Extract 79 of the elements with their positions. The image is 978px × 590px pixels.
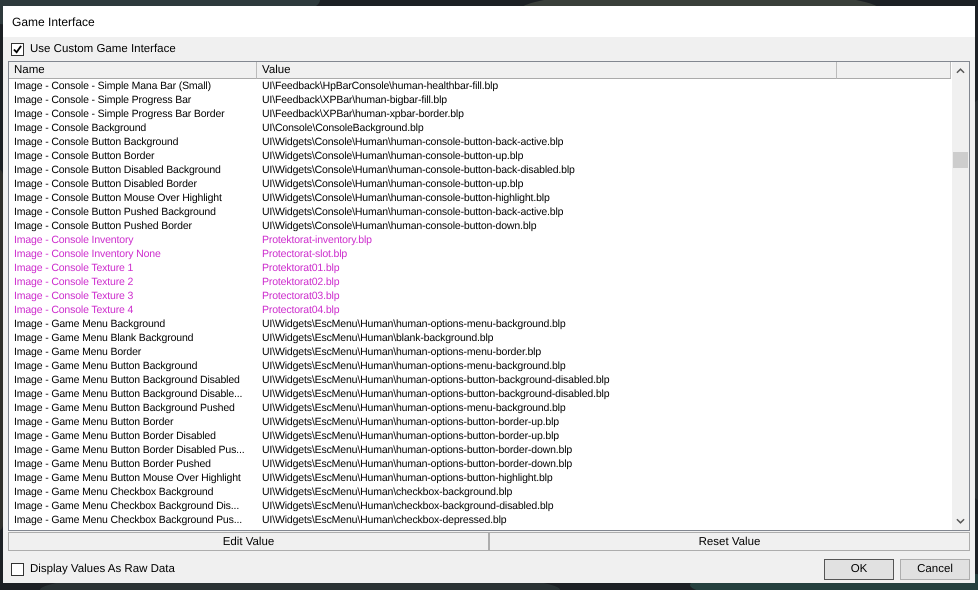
table-cell: Image - Console Background [14,122,146,134]
table-cell: UI\Widgets\EscMenu\Human\blank-background.blp [262,332,494,344]
table-cell: Image - Game Menu Button Background Disabled [14,374,240,386]
table-cell: UI\Widgets\Console\Human\human-console-button-back-active.blp [262,136,564,148]
table-cell: Protectorat03.blp [262,290,340,302]
table-cell: UI\Widgets\EscMenu\Human\human-options-button-background-disabled.blp [262,374,610,386]
checkbox[interactable] [11,42,24,56]
table-cell: Image - Game Menu Background [14,318,166,330]
table-cell: Image - Console Button Disabled Border [14,178,197,190]
table-cell: UI\Widgets\EscMenu\Human\human-options-menu-background.blp [262,402,566,414]
table-cell: Image - Console - Simple Progress Bar Border [14,108,224,120]
table-cell: Image - Console Button Pushed Background [14,206,216,218]
table-cell: Image - Game Menu Button Border [14,416,174,428]
table-cell: Image - Console Inventory [14,234,134,246]
table-cell: Protektorat02.blp [262,276,340,288]
table-cell: UI\Widgets\EscMenu\Human\human-options-button-background-disabled.blp [262,388,610,400]
scroll-up-icon[interactable] [956,68,965,74]
table-cell: Image - Game Menu Button Background Pushed [14,402,235,414]
checkbox-label: Display Values As Raw Data [30,563,175,575]
table-cell: UI\Widgets\Console\Human\human-console-button-up.blp [262,178,524,190]
table-cell: UI\Feedback\XPBar\human-bigbar-fill.blp [262,94,447,106]
table-cell: Image - Game Menu Button Mouse Over Highlight [14,472,241,484]
table-cell: Image - Game Menu Checkbox Background Pus... [14,514,242,526]
scrollbar[interactable] [952,62,969,530]
table-cell: Image - Console Button Mouse Over Highlight [14,192,222,204]
dialog-button[interactable]: OK [824,558,894,580]
table-cell: Image - Console Button Pushed Border [14,220,192,232]
table-cell: Image - Console Inventory None [14,248,161,260]
scrollbar-thumb[interactable] [953,152,968,168]
table-cell: UI\Widgets\Console\Human\human-console-button-highlight.blp [262,192,550,204]
checkbox[interactable] [11,562,24,576]
table-cell: UI\Widgets\EscMenu\Human\human-options-menu-background.blp [262,318,566,330]
table-cell: Image - Game Menu Button Border Disabled Pus... [14,444,244,456]
table-cell: UI\Widgets\EscMenu\Human\human-options-button-border-up.blp [262,416,559,428]
action-button[interactable]: Reset Value [489,532,970,551]
table-cell: Image - Console Button Disabled Background [14,164,221,176]
table-cell: Image - Console Texture 3 [14,290,134,302]
table-cell: Image - Game Menu Checkbox Background [14,486,214,498]
table-cell: Image - Game Menu Blank Background [14,332,194,344]
table-cell: UI\Widgets\Console\Human\human-console-button-up.blp [262,150,524,162]
table-cell: Image - Console Button Background [14,136,178,148]
table-cell: Image - Game Menu Button Border Pushed [14,458,211,470]
table-cell: Protectorat-slot.blp [262,248,348,260]
action-button[interactable]: Edit Value [8,532,489,551]
table-cell: Protectorat04.blp [262,304,340,316]
dialog-button[interactable]: Cancel [900,558,970,580]
table-cell: Image - Console Texture 4 [14,304,134,316]
table-cell: Protektorat01.blp [262,262,340,274]
table-cell: UI\Widgets\Console\Human\human-console-button-down.blp [262,220,536,232]
table-cell: UI\Widgets\Console\Human\human-console-button-back-active.blp [262,206,564,218]
table-cell: Image - Console Texture 1 [14,262,134,274]
column-header[interactable]: Name [9,62,257,79]
table-cell: UI\Widgets\EscMenu\Human\human-options-button-border-down.blp [262,458,572,470]
table-cell: UI\Widgets\EscMenu\Human\checkbox-depressed.blp [262,514,506,526]
table-cell: UI\Widgets\EscMenu\Human\human-options-button-highlight.blp [262,472,553,484]
table-cell: Image - Console Texture 2 [14,276,134,288]
table-cell: Image - Console - Simple Mana Bar (Small) [14,80,211,92]
table-cell: UI\Widgets\EscMenu\Human\human-options-button-border-up.blp [262,430,559,442]
table-cell: Image - Game Menu Button Background Disable... [14,388,242,400]
table-cell: Image - Game Menu Checkbox Background Dis... [14,500,240,512]
scroll-down-icon[interactable] [956,518,965,524]
window-title: Game Interface [12,14,95,28]
table-cell: UI\Widgets\EscMenu\Human\checkbox-background.blp [262,486,512,498]
table-cell: UI\Console\ConsoleBackground.blp [262,122,424,134]
table-cell: Image - Game Menu Button Background [14,360,198,372]
table-cell: UI\Feedback\XPBar\human-xpbar-border.blp [262,108,464,120]
table-cell: UI\Widgets\EscMenu\Human\human-options-menu-background.blp [262,360,566,372]
table-cell: Image - Console Button Border [14,150,154,162]
table-cell: UI\Widgets\EscMenu\Human\human-options-button-border-down.blp [262,444,572,456]
table-cell: UI\Widgets\Console\Human\human-console-button-back-disabled.blp [262,164,575,176]
table-cell: Image - Game Menu Border [14,346,142,358]
table-cell: UI\Widgets\EscMenu\Human\human-options-menu-border.blp [262,346,542,358]
table-cell: Protektorat-inventory.blp [262,234,372,246]
column-header[interactable]: Value [257,62,837,79]
table-cell: UI\Feedback\HpBarConsole\human-healthbar-fill.blp [262,80,498,92]
table-cell: Image - Console - Simple Progress Bar [14,94,192,106]
table-cell: Image - Game Menu Button Border Disabled [14,430,216,442]
table-cell: UI\Widgets\EscMenu\Human\checkbox-background-disabled.blp [262,500,554,512]
checkbox-label: Use Custom Game Interface [30,43,176,55]
